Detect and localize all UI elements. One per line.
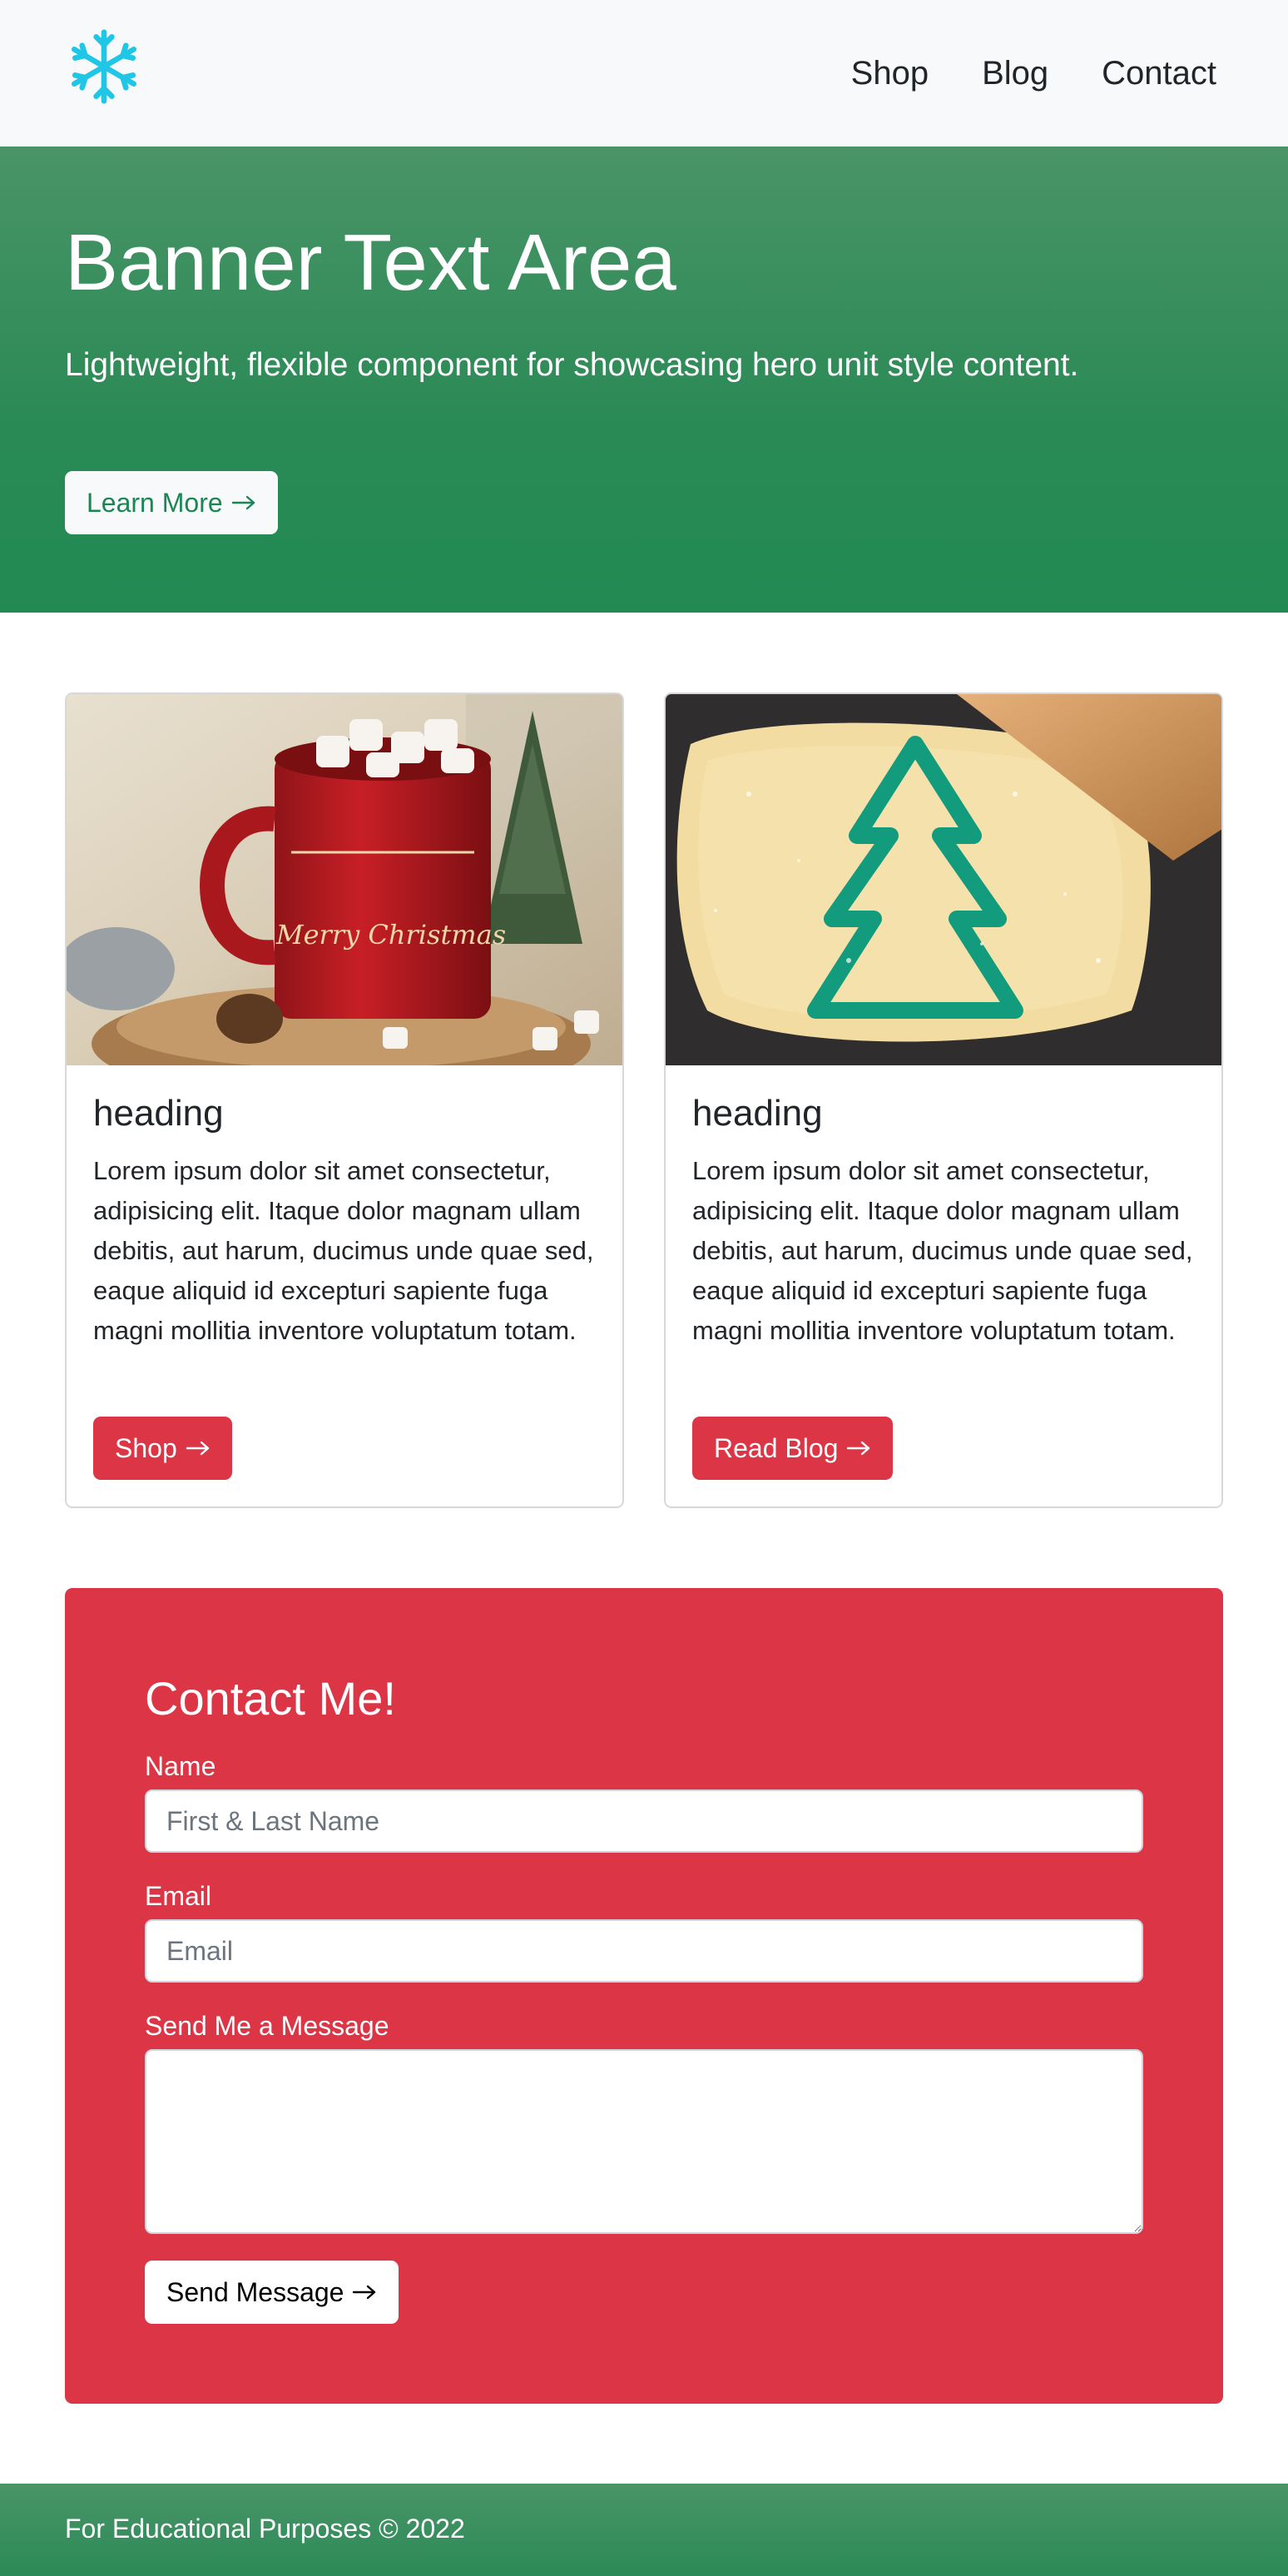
name-field[interactable] [145, 1789, 1143, 1853]
nav-link-shop[interactable]: Shop [851, 50, 929, 97]
nav-link-blog[interactable]: Blog [982, 50, 1048, 97]
message-textarea[interactable] [145, 2049, 1143, 2234]
email-field[interactable] [145, 1919, 1143, 1983]
snowflake-icon[interactable] [65, 25, 143, 108]
hero-title: Banner Text Area [65, 218, 676, 307]
svg-text:Merry Christmas: Merry Christmas [275, 919, 506, 950]
card-blog: heading Lorem ipsum dolor sit amet conse… [664, 692, 1223, 1508]
learn-more-button[interactable]: Learn More [65, 471, 278, 534]
card-row: Merry Christmas heading Lorem ipsum dolo… [65, 692, 1223, 1508]
send-message-label: Send Message [166, 2276, 344, 2307]
card-body: heading Lorem ipsum dolor sit amet conse… [67, 1065, 622, 1377]
nav-links: Shop Blog Contact [851, 50, 1216, 97]
hero-banner: Banner Text Area Lightweight, flexible c… [0, 146, 1288, 613]
shop-button[interactable]: Shop [93, 1417, 232, 1480]
arrow-right-icon [353, 2285, 376, 2300]
tree-cookie-cutter-photo [666, 694, 1221, 1065]
read-blog-button-label: Read Blog [714, 1432, 839, 1463]
send-message-button[interactable]: Send Message [145, 2261, 399, 2324]
card-text: Lorem ipsum dolor sit amet consectetur, … [692, 1155, 1193, 1345]
hero-subtitle: Lightweight, flexible component for show… [65, 347, 1079, 383]
learn-more-label: Learn More [87, 487, 223, 518]
shop-button-label: Shop [115, 1432, 177, 1463]
navbar: Shop Blog Contact [0, 0, 1288, 146]
name-label: Name [145, 1751, 216, 1781]
email-label: Email [145, 1881, 212, 1911]
contact-title: Contact Me! [145, 1672, 396, 1725]
card-title: heading [692, 1093, 823, 1134]
arrow-right-icon [847, 1441, 870, 1456]
card-shop: Merry Christmas heading Lorem ipsum dolo… [65, 692, 624, 1508]
card-body: heading Lorem ipsum dolor sit amet conse… [666, 1065, 1221, 1377]
read-blog-button[interactable]: Read Blog [692, 1417, 894, 1480]
page: Shop Blog Contact Banner Text Area Light… [0, 0, 1288, 2576]
contact-section: Contact Me! Name Email Send Me a Message… [65, 1588, 1223, 2404]
card-title: heading [93, 1093, 224, 1134]
hot-cocoa-mug-photo: Merry Christmas [67, 694, 622, 1065]
footer-text: For Educational Purposes © 2022 [65, 2514, 465, 2544]
nav-link-contact[interactable]: Contact [1102, 50, 1216, 97]
arrow-right-icon [186, 1441, 209, 1456]
footer: For Educational Purposes © 2022 [0, 2484, 1288, 2576]
card-text: Lorem ipsum dolor sit amet consectetur, … [93, 1155, 594, 1345]
arrow-right-icon [231, 495, 255, 510]
message-label: Send Me a Message [145, 2011, 389, 2041]
